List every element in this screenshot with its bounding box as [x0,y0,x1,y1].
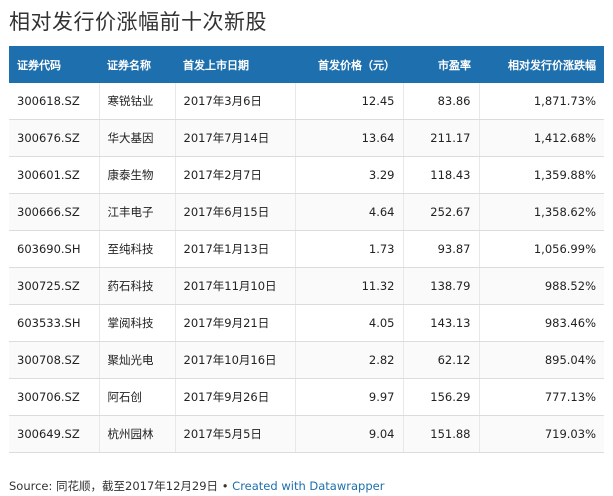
table-row: 300666.SZ 江丰电子 2017年6月15日 4.64 252.67 1,358.6… [9,193,604,231]
cell-change: 895.04% [479,341,604,379]
table-header-row: 证券代码 证券名称 首发上市日期 首发价格（元） 市盈率 相对发行价涨跌幅 [9,46,604,83]
cell-code: 603533.SH [9,304,100,342]
cell-code: 300618.SZ [9,83,100,120]
cell-ipo-price: 4.64 [295,193,404,231]
cell-pe-ratio: 83.86 [403,83,480,120]
cell-ipo-price: 2.82 [295,341,404,379]
column-header-change: 相对发行价涨跌幅 [479,46,604,83]
cell-pe-ratio: 93.87 [403,230,480,268]
cell-name: 聚灿光电 [99,341,176,379]
cell-code: 300666.SZ [9,193,100,231]
cell-change: 719.03% [479,415,604,453]
cell-name: 至纯科技 [99,230,176,268]
cell-code: 603690.SH [9,230,100,268]
table-row: 300601.SZ 康泰生物 2017年2月7日 3.29 118.43 1,359.88… [9,156,604,194]
cell-ipo-price: 9.97 [295,378,404,416]
cell-code: 300601.SZ [9,156,100,194]
cell-name: 阿石创 [99,378,176,416]
cell-ipo-price: 1.73 [295,230,404,268]
cell-change: 1,358.62% [479,193,604,231]
cell-code: 300708.SZ [9,341,100,379]
cell-pe-ratio: 118.43 [403,156,480,194]
datawrapper-credit-link[interactable]: Created with Datawrapper [232,479,384,493]
cell-name: 杭州园林 [99,415,176,453]
cell-pe-ratio: 62.12 [403,341,480,379]
cell-listing-date: 2017年5月5日 [175,415,296,453]
footer-separator: • [218,479,233,493]
table-row: 300618.SZ 寒锐钴业 2017年3月6日 12.45 83.86 1,871.73… [9,83,604,120]
chart-title: 相对发行价涨幅前十次新股 [9,10,267,34]
cell-change: 777.13% [479,378,604,416]
cell-pe-ratio: 151.88 [403,415,480,453]
cell-change: 1,056.99% [479,230,604,268]
cell-ipo-price: 9.04 [295,415,404,453]
cell-listing-date: 2017年7月14日 [175,119,296,157]
cell-listing-date: 2017年9月21日 [175,304,296,342]
cell-ipo-price: 11.32 [295,267,404,305]
cell-listing-date: 2017年11月10日 [175,267,296,305]
cell-code: 300649.SZ [9,415,100,453]
cell-listing-date: 2017年6月15日 [175,193,296,231]
data-table: 证券代码 证券名称 首发上市日期 首发价格（元） 市盈率 相对发行价涨跌幅 30… [9,46,604,453]
table-row: 300708.SZ 聚灿光电 2017年10月16日 2.82 62.12 895.04% [9,341,604,379]
column-header-listing-date: 首发上市日期 [175,46,295,83]
cell-listing-date: 2017年1月13日 [175,230,296,268]
cell-change: 983.46% [479,304,604,342]
cell-pe-ratio: 156.29 [403,378,480,416]
cell-change: 1,359.88% [479,156,604,194]
cell-name: 康泰生物 [99,156,176,194]
cell-ipo-price: 3.29 [295,156,404,194]
table-row: 300725.SZ 药石科技 2017年11月10日 11.32 138.79 988.5… [9,267,604,305]
cell-name: 掌阅科技 [99,304,176,342]
column-header-ipo-price: 首发价格（元） [295,46,403,83]
table-row: 300649.SZ 杭州园林 2017年5月5日 9.04 151.88 719.03% [9,415,604,453]
table-row: 603690.SH 至纯科技 2017年1月13日 1.73 93.87 1,056.99… [9,230,604,268]
cell-code: 300706.SZ [9,378,100,416]
cell-name: 华大基因 [99,119,176,157]
cell-change: 1,871.73% [479,83,604,120]
footer: Source: 同花顺，截至2017年12月29日 • Created with… [9,478,384,494]
cell-ipo-price: 4.05 [295,304,404,342]
cell-pe-ratio: 211.17 [403,119,480,157]
cell-name: 寒锐钴业 [99,83,176,120]
table-row: 603533.SH 掌阅科技 2017年9月21日 4.05 143.13 983.46% [9,304,604,342]
table-row: 300676.SZ 华大基因 2017年7月14日 13.64 211.17 1,412.… [9,119,604,157]
cell-listing-date: 2017年3月6日 [175,83,296,120]
cell-name: 江丰电子 [99,193,176,231]
cell-ipo-price: 13.64 [295,119,404,157]
cell-change: 988.52% [479,267,604,305]
cell-listing-date: 2017年10月16日 [175,341,296,379]
cell-change: 1,412.68% [479,119,604,157]
column-header-code: 证券代码 [9,46,99,83]
source-note: Source: 同花顺，截至2017年12月29日 [9,479,219,493]
cell-pe-ratio: 252.67 [403,193,480,231]
cell-name: 药石科技 [99,267,176,305]
cell-listing-date: 2017年9月26日 [175,378,296,416]
column-header-pe-ratio: 市盈率 [403,46,479,83]
table-row: 300706.SZ 阿石创 2017年9月26日 9.97 156.29 777.13% [9,378,604,416]
cell-pe-ratio: 143.13 [403,304,480,342]
cell-listing-date: 2017年2月7日 [175,156,296,194]
cell-pe-ratio: 138.79 [403,267,480,305]
cell-code: 300725.SZ [9,267,100,305]
cell-ipo-price: 12.45 [295,83,404,120]
cell-code: 300676.SZ [9,119,100,157]
column-header-name: 证券名称 [99,46,175,83]
